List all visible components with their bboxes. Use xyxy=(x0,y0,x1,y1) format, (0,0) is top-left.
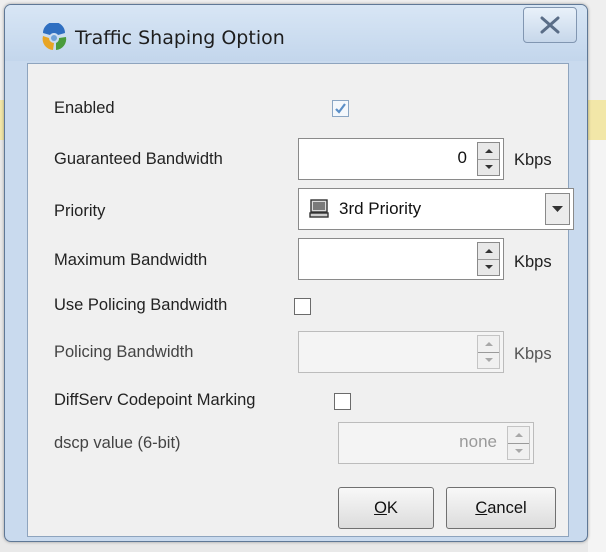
close-x-icon xyxy=(540,16,560,34)
dscp-value-label: dscp value (6-bit) xyxy=(54,434,181,452)
policing-bandwidth-input[interactable] xyxy=(298,331,504,373)
guaranteed-bandwidth-unit: Kbps xyxy=(514,151,552,169)
cancel-button[interactable]: Cancel xyxy=(446,487,556,529)
enabled-label: Enabled xyxy=(54,99,115,117)
guaranteed-bandwidth-value: 0 xyxy=(457,148,467,167)
spin-up-icon[interactable] xyxy=(478,143,499,160)
cancel-mnemonic: C xyxy=(475,499,488,517)
app-logo-icon xyxy=(42,23,67,50)
background-scroll-edge xyxy=(588,140,606,552)
chevron-down-icon xyxy=(552,206,563,212)
dialog-title: Traffic Shaping Option xyxy=(75,27,285,49)
dialog-titlebar[interactable]: Traffic Shaping Option xyxy=(5,5,587,61)
policing-bandwidth-unit: Kbps xyxy=(514,345,552,363)
traffic-shaping-dialog: Traffic Shaping Option Enabled Guarantee… xyxy=(4,4,588,542)
spin-down-icon[interactable] xyxy=(478,159,499,175)
priority-dropdown-button[interactable] xyxy=(545,193,570,225)
ok-button[interactable]: OK xyxy=(338,487,434,529)
spin-down-icon[interactable] xyxy=(508,443,529,459)
dscp-value-text: none xyxy=(459,432,497,451)
priority-selected-value: 3rd Priority xyxy=(339,199,422,218)
maximum-bandwidth-spinner[interactable] xyxy=(477,242,500,276)
spin-up-icon[interactable] xyxy=(508,427,529,444)
priority-label: Priority xyxy=(54,202,106,220)
enabled-checkbox[interactable] xyxy=(332,100,349,117)
dscp-value-input[interactable]: none xyxy=(338,422,534,464)
policing-bandwidth-label: Policing Bandwidth xyxy=(54,343,194,361)
maximum-bandwidth-input[interactable] xyxy=(298,238,504,280)
cancel-label-rest: ancel xyxy=(487,499,527,517)
use-policing-bandwidth-label: Use Policing Bandwidth xyxy=(54,296,228,314)
maximum-bandwidth-label: Maximum Bandwidth xyxy=(54,251,208,269)
maximum-bandwidth-unit: Kbps xyxy=(514,253,552,271)
guaranteed-bandwidth-spinner[interactable] xyxy=(477,142,500,176)
spin-down-icon[interactable] xyxy=(478,352,499,368)
spin-down-icon[interactable] xyxy=(478,259,499,275)
use-policing-bandwidth-checkbox[interactable] xyxy=(294,298,311,315)
policing-bandwidth-spinner[interactable] xyxy=(477,335,500,369)
diffserv-marking-checkbox[interactable] xyxy=(334,393,351,410)
diffserv-marking-label: DiffServ Codepoint Marking xyxy=(54,391,256,409)
dialog-body: Enabled Guaranteed Bandwidth 0 Kbps Prio… xyxy=(27,63,574,537)
dscp-value-spinner[interactable] xyxy=(507,426,530,460)
checkmark-icon xyxy=(335,103,346,114)
guaranteed-bandwidth-label: Guaranteed Bandwidth xyxy=(54,150,223,168)
ok-label-rest: K xyxy=(386,499,398,517)
ok-mnemonic: O xyxy=(374,499,387,517)
computer-icon xyxy=(309,199,329,218)
close-button[interactable] xyxy=(523,7,577,43)
spin-up-icon[interactable] xyxy=(478,336,499,353)
guaranteed-bandwidth-input[interactable]: 0 xyxy=(298,138,504,180)
priority-select[interactable]: 3rd Priority xyxy=(298,188,574,230)
spin-up-icon[interactable] xyxy=(478,243,499,260)
